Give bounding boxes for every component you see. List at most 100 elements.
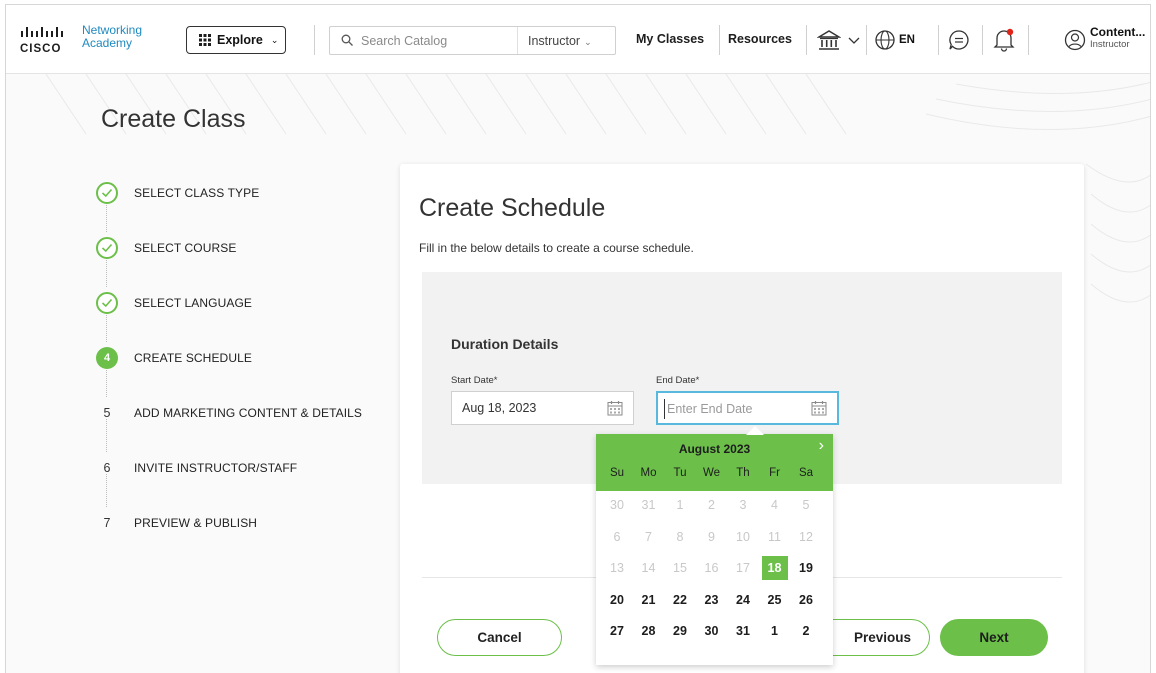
calendar-header: August 2023 › Su Mo Tu We Th Fr Sa <box>596 434 833 491</box>
step-label: SELECT COURSE <box>134 241 237 255</box>
calendar-day-selected[interactable]: 18 <box>761 556 788 580</box>
divider <box>982 25 983 55</box>
weekday-header: Th <box>736 467 750 479</box>
step-select-course[interactable]: SELECT COURSE <box>96 236 236 260</box>
calendar-day[interactable]: 26 <box>793 588 819 612</box>
step-number: 5 <box>103 406 111 420</box>
nav-my-classes[interactable]: My Classes <box>636 32 704 46</box>
calendar-day[interactable]: 1 <box>762 619 788 643</box>
chevron-down-icon: ⌄ <box>270 34 279 45</box>
explore-button[interactable]: Explore ⌄ <box>186 26 286 54</box>
step-label: CREATE SCHEDULE <box>134 351 252 365</box>
bell-icon <box>993 28 1015 52</box>
calendar-day: 2 <box>708 498 715 512</box>
start-date-label: Start Date* <box>451 375 498 386</box>
step-number: 4 <box>96 347 118 369</box>
institution-menu[interactable] <box>817 25 861 55</box>
calendar-day[interactable]: 29 <box>667 619 693 643</box>
chat-icon <box>949 30 969 50</box>
step-add-marketing-content: 5 ADD MARKETING CONTENT & DETAILS <box>96 401 362 425</box>
notifications-button[interactable] <box>993 25 1015 55</box>
institution-icon <box>817 30 841 50</box>
step-label: SELECT CLASS TYPE <box>134 186 260 200</box>
calendar-day: 30 <box>610 498 624 512</box>
calendar-day[interactable]: 25 <box>762 588 788 612</box>
user-name: Content... <box>1090 25 1146 39</box>
divider <box>806 25 807 55</box>
calendar-day[interactable]: 22 <box>667 588 693 612</box>
calendar-day[interactable]: 28 <box>636 619 662 643</box>
nav-resources[interactable]: Resources <box>728 32 792 46</box>
start-date-field[interactable]: Aug 18, 2023 <box>451 391 634 425</box>
end-date-input[interactable] <box>664 399 804 419</box>
chevron-down-icon <box>848 37 860 44</box>
end-date-field[interactable] <box>656 391 839 425</box>
divider <box>719 25 720 55</box>
calendar-day: 5 <box>802 498 810 512</box>
calendar-icon[interactable] <box>607 400 623 416</box>
weekday-header: Sa <box>798 467 814 479</box>
step-select-class-type[interactable]: SELECT CLASS TYPE <box>96 181 259 205</box>
calendar-day[interactable]: 20 <box>604 588 630 612</box>
search-icon[interactable] <box>341 34 353 46</box>
calendar-day[interactable]: 30 <box>699 619 725 643</box>
calendar-day: 9 <box>708 529 715 544</box>
user-role: Instructor <box>1090 39 1130 50</box>
calendar-day: 13 <box>610 561 624 575</box>
calendar-day[interactable]: 2 <box>793 619 819 643</box>
date-picker-popup: August 2023 › Su Mo Tu We Th Fr Sa 30 31 1 2 3 4 5 6 7… <box>596 434 833 665</box>
calendar-day: 11 <box>768 529 781 544</box>
messages-button[interactable] <box>948 25 970 55</box>
calendar-day: 12 <box>799 529 813 544</box>
academy-name: Networking Academy <box>82 23 143 50</box>
next-button[interactable]: Next <box>940 619 1048 656</box>
language-code: EN <box>899 34 915 46</box>
step-label: SELECT LANGUAGE <box>134 296 252 310</box>
role-select[interactable]: Instructor ⌄ <box>528 34 592 48</box>
next-month-icon[interactable]: › <box>819 437 824 455</box>
step-number: 7 <box>103 516 111 530</box>
step-label: ADD MARKETING CONTENT & DETAILS <box>134 406 363 420</box>
user-icon <box>1064 29 1086 51</box>
divider <box>517 27 518 54</box>
calendar-day: 4 <box>771 498 778 512</box>
calendar-day: 15 <box>673 561 687 575</box>
search-input[interactable] <box>356 27 516 54</box>
step-create-schedule[interactable]: 4 CREATE SCHEDULE <box>96 346 252 370</box>
cisco-logo[interactable]: CISCO Networking Academy <box>20 22 170 56</box>
calendar-day[interactable]: 24 <box>730 588 756 612</box>
calendar-day: 16 <box>704 561 719 575</box>
duration-title: Duration Details <box>451 336 559 352</box>
divider <box>866 25 867 55</box>
calendar-day: 1 <box>676 498 684 512</box>
calendar-day: 8 <box>676 529 684 544</box>
explore-label: Explore <box>217 33 263 47</box>
step-label: PREVIEW & PUBLISH <box>134 516 258 530</box>
check-icon <box>96 182 118 204</box>
calendar-day: 6 <box>613 529 621 544</box>
weekday-header: Fr <box>769 467 780 479</box>
calendar-day: 17 <box>736 561 750 575</box>
calendar-day[interactable]: 19 <box>793 556 819 580</box>
cancel-button[interactable]: Cancel <box>437 619 562 656</box>
user-menu[interactable]: Content... Instructor <box>1064 23 1149 57</box>
divider <box>938 25 939 55</box>
calendar-day[interactable]: 21 <box>636 588 662 612</box>
calendar-month-label: August 2023 <box>678 442 751 456</box>
card-title: Create Schedule <box>419 194 606 222</box>
calendar-icon[interactable] <box>811 400 827 416</box>
calendar-day: 14 <box>641 561 656 575</box>
calendar-day[interactable]: 31 <box>730 619 756 643</box>
step-select-language[interactable]: SELECT LANGUAGE <box>96 291 252 315</box>
calendar-day: 3 <box>739 498 747 512</box>
page-title: Create Class <box>101 105 246 133</box>
chevron-down-icon: ⌄ <box>584 37 592 47</box>
calendar-pointer <box>746 426 764 435</box>
start-date-value: Aug 18, 2023 <box>462 401 537 415</box>
calendar-day: 31 <box>641 498 656 512</box>
calendar-day[interactable]: 27 <box>604 619 630 643</box>
step-preview-publish: 7 PREVIEW & PUBLISH <box>96 511 257 535</box>
language-selector[interactable]: EN <box>874 25 915 55</box>
calendar-day[interactable]: 23 <box>699 588 725 612</box>
check-icon <box>96 292 118 314</box>
